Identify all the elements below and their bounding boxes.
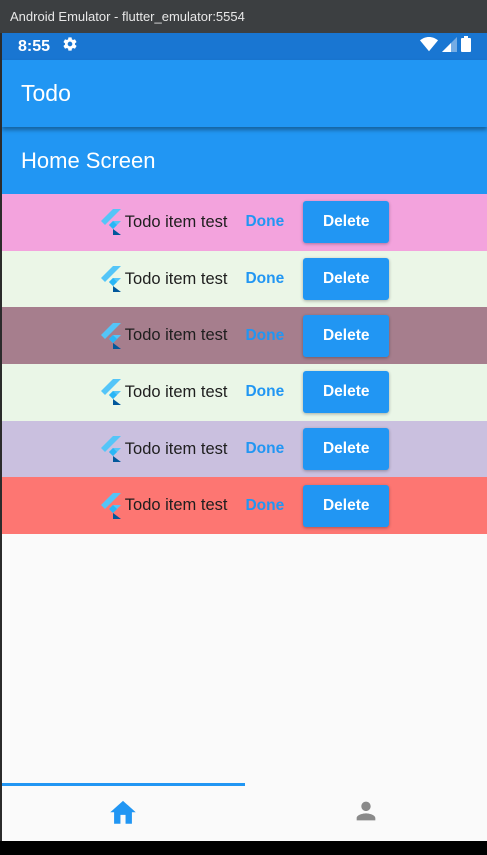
nav-item-profile[interactable] — [245, 786, 487, 841]
todo-row: Todo item test Done Delete — [2, 250, 487, 308]
todo-item-text: Todo item test — [124, 382, 228, 401]
todo-row: Todo item test Done Delete — [2, 364, 487, 421]
wifi-icon — [420, 36, 438, 57]
person-icon — [352, 797, 380, 830]
delete-button[interactable]: Delete — [303, 314, 390, 357]
app-bar: Todo — [2, 60, 487, 127]
app-bar-title: Todo — [21, 80, 71, 106]
delete-button[interactable]: Delete — [303, 371, 390, 414]
todo-row: Todo item test Done Delete — [2, 420, 487, 478]
flutter-logo-icon — [100, 266, 122, 293]
flutter-logo-icon — [100, 209, 122, 236]
delete-button[interactable]: Delete — [303, 258, 390, 301]
todo-list: Todo item test Done Delete Todo item tes… — [2, 194, 487, 535]
done-button[interactable]: Done — [245, 497, 284, 515]
done-button[interactable]: Done — [245, 270, 284, 288]
todo-item-text: Todo item test — [124, 439, 228, 458]
delete-button[interactable]: Delete — [303, 201, 390, 244]
todo-row: Todo item test Done Delete — [2, 307, 487, 365]
done-button[interactable]: Done — [245, 327, 284, 345]
todo-item-text: Todo item test — [124, 326, 228, 345]
flutter-logo-icon — [100, 492, 122, 519]
flutter-logo-icon — [100, 379, 122, 406]
done-button[interactable]: Done — [245, 213, 284, 231]
delete-button[interactable]: Delete — [303, 428, 390, 471]
status-bar: 8:55 — [2, 33, 487, 60]
flutter-logo-icon — [100, 436, 122, 463]
todo-item-text: Todo item test — [124, 496, 228, 515]
home-screen-header: Home Screen — [2, 127, 487, 194]
battery-icon — [461, 36, 471, 57]
done-button[interactable]: Done — [245, 383, 284, 401]
page-title: Home Screen — [21, 147, 156, 173]
device-screen: 8:55 Todo Home Screen Todo item test Don… — [2, 33, 487, 841]
done-button[interactable]: Done — [245, 440, 284, 458]
bottom-navigation-bar — [2, 783, 487, 841]
emulator-window-title-bar: Android Emulator - flutter_emulator:5554 — [0, 0, 487, 33]
delete-button[interactable]: Delete — [303, 484, 390, 527]
nav-item-home[interactable] — [2, 786, 244, 841]
flutter-logo-icon — [100, 322, 122, 349]
todo-row: Todo item test Done Delete — [2, 194, 487, 251]
emulator-bottom-edge — [0, 841, 487, 855]
window-title: Android Emulator - flutter_emulator:5554 — [10, 9, 245, 24]
gear-icon — [62, 36, 78, 57]
todo-item-text: Todo item test — [124, 269, 228, 288]
home-icon — [107, 797, 139, 830]
todo-item-text: Todo item test — [124, 212, 228, 231]
status-time: 8:55 — [18, 37, 51, 55]
signal-icon — [442, 36, 457, 57]
todo-row: Todo item test Done Delete — [2, 477, 487, 535]
